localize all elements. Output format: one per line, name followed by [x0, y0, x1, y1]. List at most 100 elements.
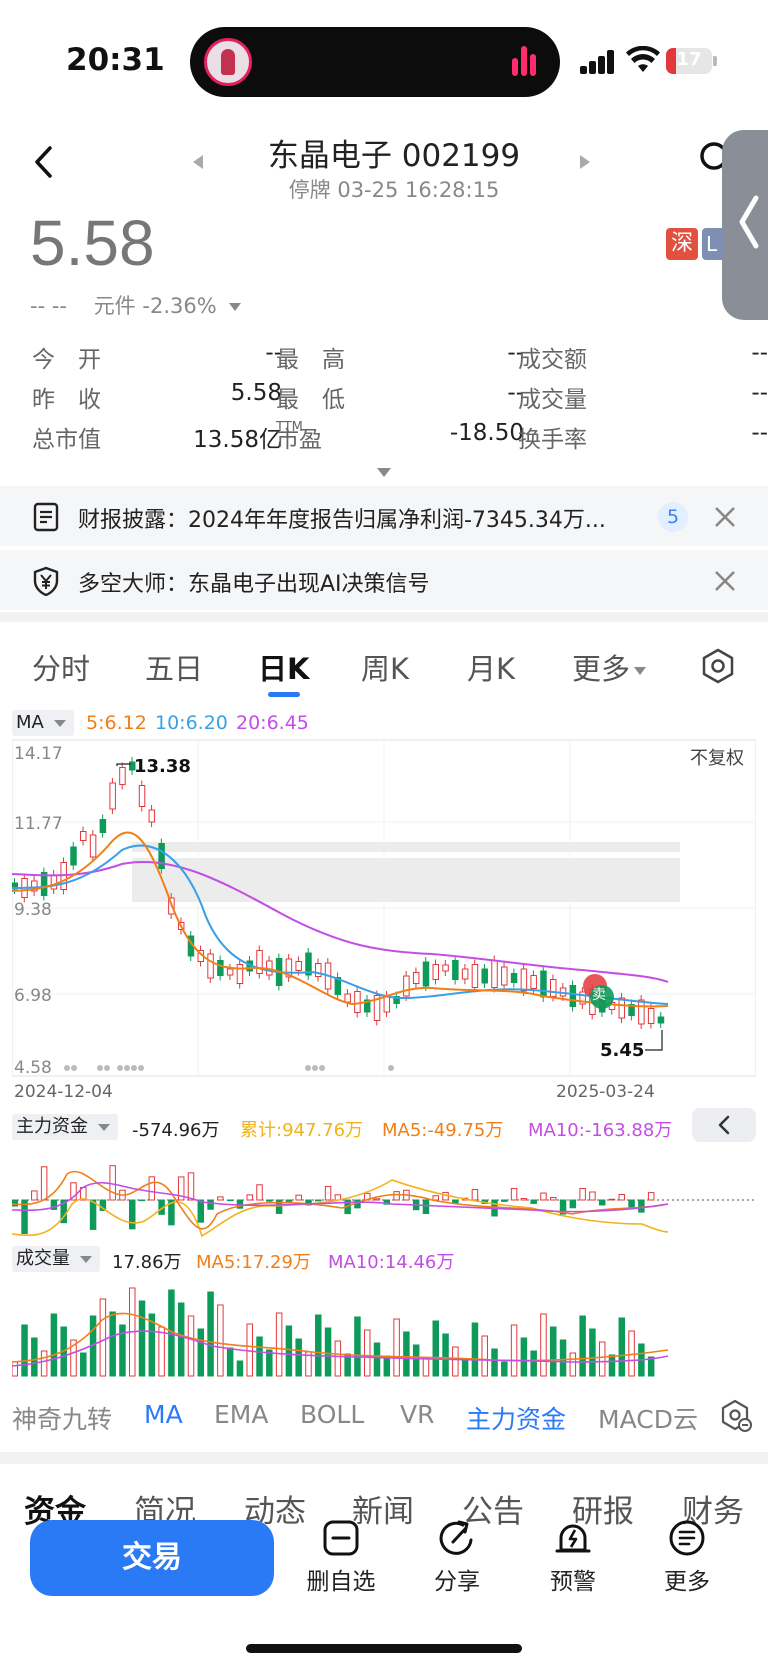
ind-tab-vr[interactable]: VR [400, 1400, 434, 1429]
candle [510, 973, 518, 983]
tab-more[interactable]: 更多 [572, 646, 647, 688]
fund-bar [256, 1184, 263, 1201]
fund-flow-selector[interactable]: 主力资金 [12, 1114, 118, 1140]
ind-tab-fund-flow[interactable]: 主力资金 [466, 1400, 566, 1436]
fund-bar [638, 1199, 645, 1213]
ind-tab-nine-turn[interactable]: 神奇九转 [12, 1400, 112, 1436]
low-price-marker: 5.45 [600, 1040, 645, 1061]
fund-bar [217, 1196, 224, 1201]
candle [540, 970, 547, 998]
ind-tab-boll[interactable]: BOLL [300, 1400, 364, 1429]
volume-bar [520, 1337, 528, 1377]
indicator-settings-icon[interactable] [718, 1398, 752, 1432]
notice-earnings[interactable]: 财报披露：2024年年度报告归属净利润-7345.34万... 5 [0, 486, 768, 546]
y-axis-label: 6.98 [14, 986, 52, 1006]
stat-value: 5.58 [230, 380, 282, 406]
remove-watchlist-button[interactable]: 删自选 [296, 1518, 386, 1596]
volume-bar [422, 1357, 430, 1377]
volume-bar [31, 1337, 38, 1377]
candlestick-chart[interactable] [12, 736, 756, 1081]
section-divider [0, 1452, 768, 1464]
ind-tab-macd-cloud[interactable]: MACD云 [598, 1400, 700, 1436]
fund-bar [373, 1198, 381, 1201]
close-icon[interactable] [712, 568, 738, 594]
exchange-badge-secondary: L [702, 228, 724, 260]
tab-monthly-k[interactable]: 月K [467, 646, 515, 688]
document-icon [33, 502, 59, 532]
tab-daily-k[interactable]: 日K [258, 646, 309, 688]
candle [383, 995, 391, 1013]
fund-flow-chart[interactable] [12, 1144, 756, 1244]
candle [256, 950, 263, 974]
notice-ai-signal[interactable]: 多空大师：东晶电子出现AI决策信号 [0, 550, 768, 610]
tab-intraday[interactable]: 分时 [32, 646, 90, 688]
alert-button[interactable]: 预警 [528, 1518, 618, 1596]
side-drawer-handle[interactable] [722, 130, 768, 320]
tab-five-day[interactable]: 五日 [145, 646, 203, 688]
candle [638, 999, 645, 1025]
candle [569, 985, 577, 1007]
live-avatar-icon[interactable] [204, 38, 252, 86]
share-button[interactable]: 分享 [412, 1518, 502, 1596]
chevron-left-icon [718, 1115, 730, 1135]
chart-settings-icon[interactable] [700, 648, 736, 684]
battery-level: 17 [676, 49, 702, 70]
candle [403, 975, 410, 997]
stat-value: -18.50 [449, 420, 524, 446]
volume-selector[interactable]: 成交量 [12, 1246, 100, 1272]
low-marker-line [645, 1030, 663, 1051]
candle [432, 964, 440, 980]
candle [295, 961, 302, 971]
fund-bar [550, 1197, 557, 1201]
volume-bar [442, 1333, 449, 1377]
price-change-row[interactable]: -- -- 元件 -2.36% [30, 290, 242, 320]
chevron-left-icon [739, 195, 759, 249]
candle [217, 960, 224, 976]
more-button[interactable]: 更多 [642, 1518, 732, 1596]
ind-tab-ma[interactable]: MA [144, 1400, 183, 1429]
stat-label: 最 低 [276, 387, 345, 413]
wifi-icon [626, 46, 660, 72]
fund-bar [138, 1199, 146, 1202]
candle [501, 966, 508, 986]
volume-bar [403, 1331, 410, 1377]
tab-weekly-k[interactable]: 周K [361, 646, 409, 688]
price-change-pct: -2.36% [142, 294, 217, 318]
expand-stats-icon[interactable] [377, 468, 391, 477]
active-tab-indicator [268, 692, 300, 697]
share-icon [439, 1520, 473, 1555]
candle [344, 993, 351, 1003]
no-adjust-toggle[interactable]: 不复权 [690, 744, 744, 770]
volume-bar [99, 1298, 107, 1377]
volume-bar [285, 1325, 293, 1377]
candle [70, 846, 77, 866]
ind-tab-ema[interactable]: EMA [214, 1400, 268, 1429]
stat-value: -- [265, 340, 282, 366]
volume-chart[interactable] [12, 1276, 756, 1378]
ma-selector[interactable]: MA [12, 710, 74, 736]
section-divider [0, 612, 768, 622]
volume-bar [197, 1328, 205, 1377]
quote-stats[interactable]: 今 开 -- 最 高 -- 成交额 -- 昨 收 5.58 最 低 -- 成交量… [32, 340, 768, 460]
volume-bar [491, 1348, 498, 1377]
stat-value: -- [751, 380, 768, 406]
volume-bar [530, 1350, 537, 1377]
close-icon[interactable] [712, 504, 738, 530]
fund-bar [647, 1192, 655, 1201]
price-unit: 元件 [93, 294, 136, 318]
y-axis-label: 4.58 [14, 1058, 52, 1078]
volume-bar [452, 1346, 459, 1377]
volume-bar [246, 1323, 253, 1377]
trade-button[interactable]: 交易 [30, 1520, 274, 1596]
collapse-panel-button[interactable] [692, 1108, 756, 1142]
dropdown-icon [229, 303, 242, 311]
volume-ma5: MA5:17.29万 [196, 1252, 311, 1273]
candle [471, 964, 479, 988]
next-stock-arrow-icon[interactable] [580, 155, 590, 169]
volume-bar [569, 1352, 577, 1377]
back-icon[interactable] [28, 142, 64, 182]
fund-bar [197, 1199, 205, 1223]
volume-bar [187, 1315, 195, 1377]
bottom-dots [64, 1065, 394, 1071]
volume-bar [334, 1340, 342, 1377]
